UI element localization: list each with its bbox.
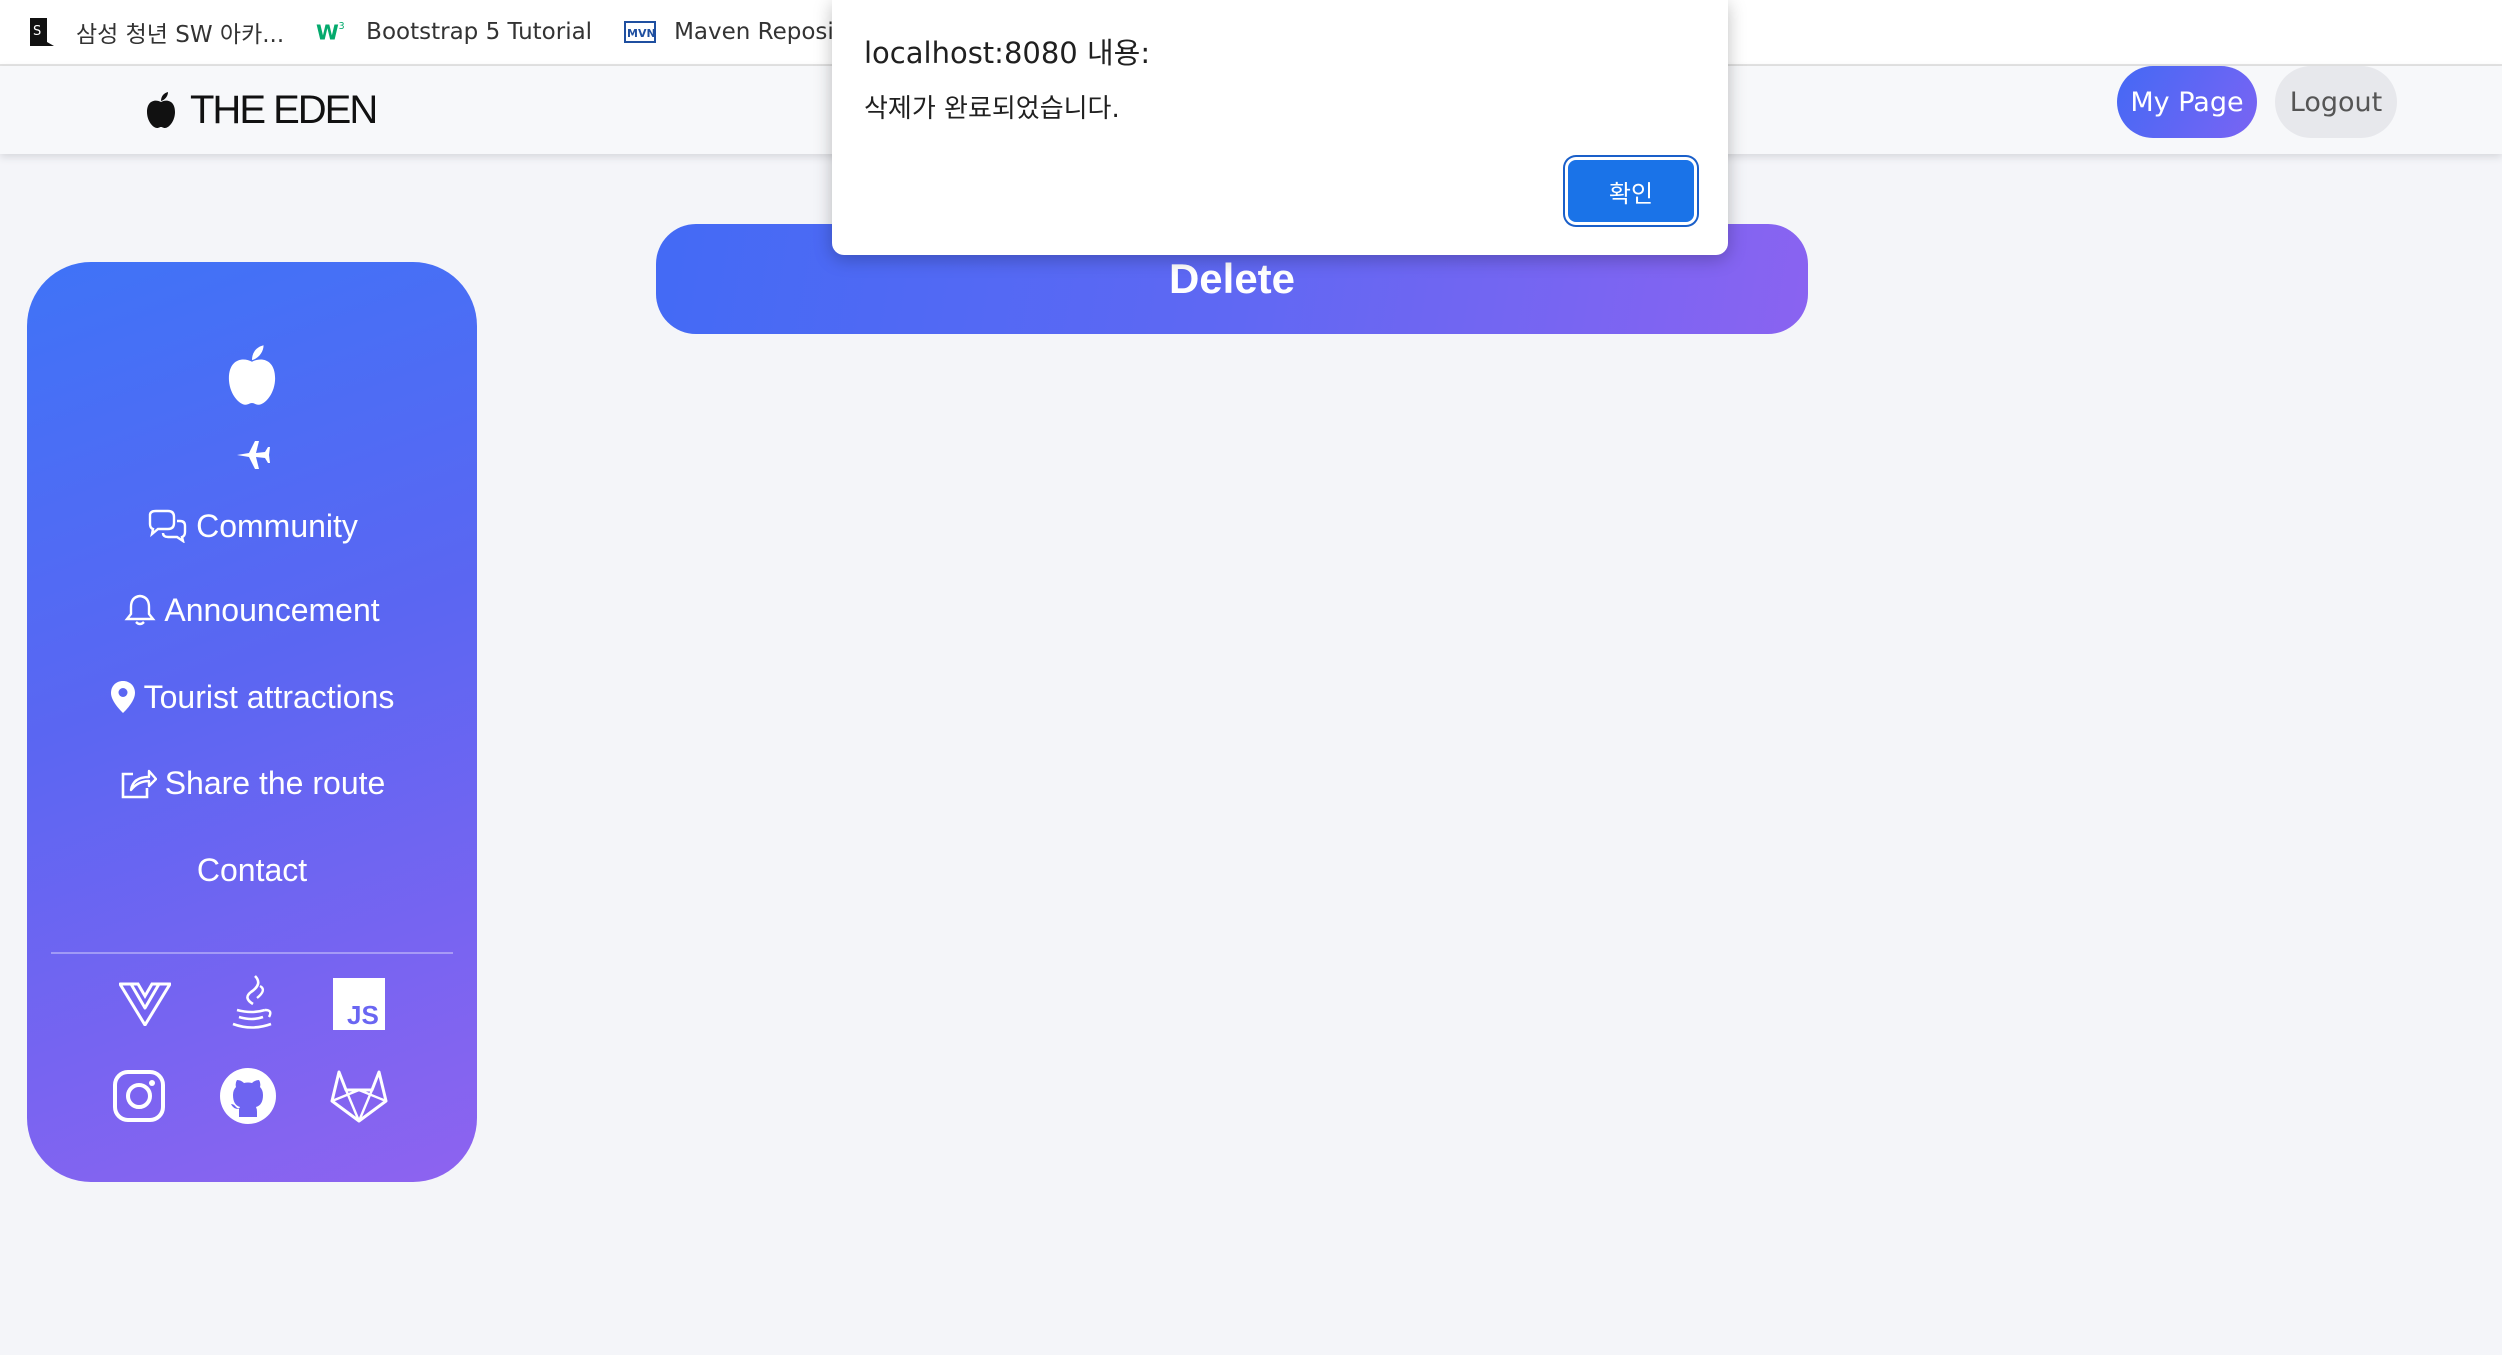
my-page-button[interactable]: My Page xyxy=(2117,66,2257,138)
github-icon[interactable] xyxy=(218,1066,278,1126)
share-icon xyxy=(121,769,157,799)
w3schools-icon: W 3 xyxy=(316,16,348,48)
bell-icon xyxy=(124,594,156,626)
ok-button[interactable]: 확인 xyxy=(1568,160,1694,222)
logout-button[interactable]: Logout xyxy=(2275,66,2397,138)
bookmark-label: Maven Reposit xyxy=(674,19,843,45)
dialog-title: localhost:8080 내용: xyxy=(864,36,1151,70)
chat-dots-icon xyxy=(148,509,187,543)
vue-icon[interactable] xyxy=(115,974,175,1034)
javascript-icon[interactable]: JS xyxy=(329,974,389,1034)
svg-text:W: W xyxy=(316,21,339,45)
ssafy-icon: S xyxy=(26,16,58,48)
bookmark-label: 삼성 청년 SW 아카... xyxy=(76,22,285,48)
svg-text:3: 3 xyxy=(339,21,345,32)
maven-icon: MVN xyxy=(624,16,657,48)
dialog-message: 삭제가 완료되었습니다. xyxy=(864,94,1120,124)
apple-logo-icon[interactable] xyxy=(222,342,282,408)
instagram-icon[interactable] xyxy=(109,1066,169,1126)
sidebar-item-label: Contact xyxy=(196,851,308,888)
map-pin-icon xyxy=(110,681,135,713)
sidebar-item-label: Announcement xyxy=(164,591,380,628)
sidebar-item-label: Community xyxy=(196,507,358,544)
sidebar-item-announcement[interactable]: Announcement xyxy=(27,580,477,640)
bookmark-maven[interactable]: MVN Maven Reposit xyxy=(624,8,843,56)
sidebar: Community Announcement Tourist attractio… xyxy=(27,262,477,1182)
page-title: Delete xyxy=(1168,255,1296,302)
logo[interactable]: THE EDEN xyxy=(144,78,378,142)
java-icon[interactable] xyxy=(222,974,282,1034)
sidebar-item-tourist-attractions[interactable]: Tourist attractions xyxy=(27,667,477,727)
bookmark-bootstrap[interactable]: W 3 Bootstrap 5 Tutorial xyxy=(316,8,592,56)
svg-text:MVN: MVN xyxy=(627,27,656,40)
bookmark-ssafy[interactable]: S 삼성 청년 SW 아카... xyxy=(26,8,284,56)
apple-logo-icon xyxy=(147,92,175,128)
bookmark-label: Bootstrap 5 Tutorial xyxy=(366,19,593,45)
alert-dialog: localhost:8080 내용: 삭제가 완료되었습니다. 확인 xyxy=(832,0,1728,255)
logo-text: THE EDEN xyxy=(190,87,378,132)
sidebar-item-community[interactable]: Community xyxy=(27,496,477,556)
sidebar-item-share-route[interactable]: Share the route xyxy=(27,753,477,813)
gitlab-icon[interactable] xyxy=(329,1066,389,1126)
sidebar-divider xyxy=(51,952,453,954)
airplane-icon[interactable] xyxy=(235,437,271,473)
sidebar-item-label: Tourist attractions xyxy=(143,678,395,715)
js-badge-text: JS xyxy=(347,1000,379,1030)
sidebar-item-contact[interactable]: Contact xyxy=(27,840,477,900)
sidebar-item-label: Share the route xyxy=(164,764,386,801)
svg-text:S: S xyxy=(33,24,41,39)
